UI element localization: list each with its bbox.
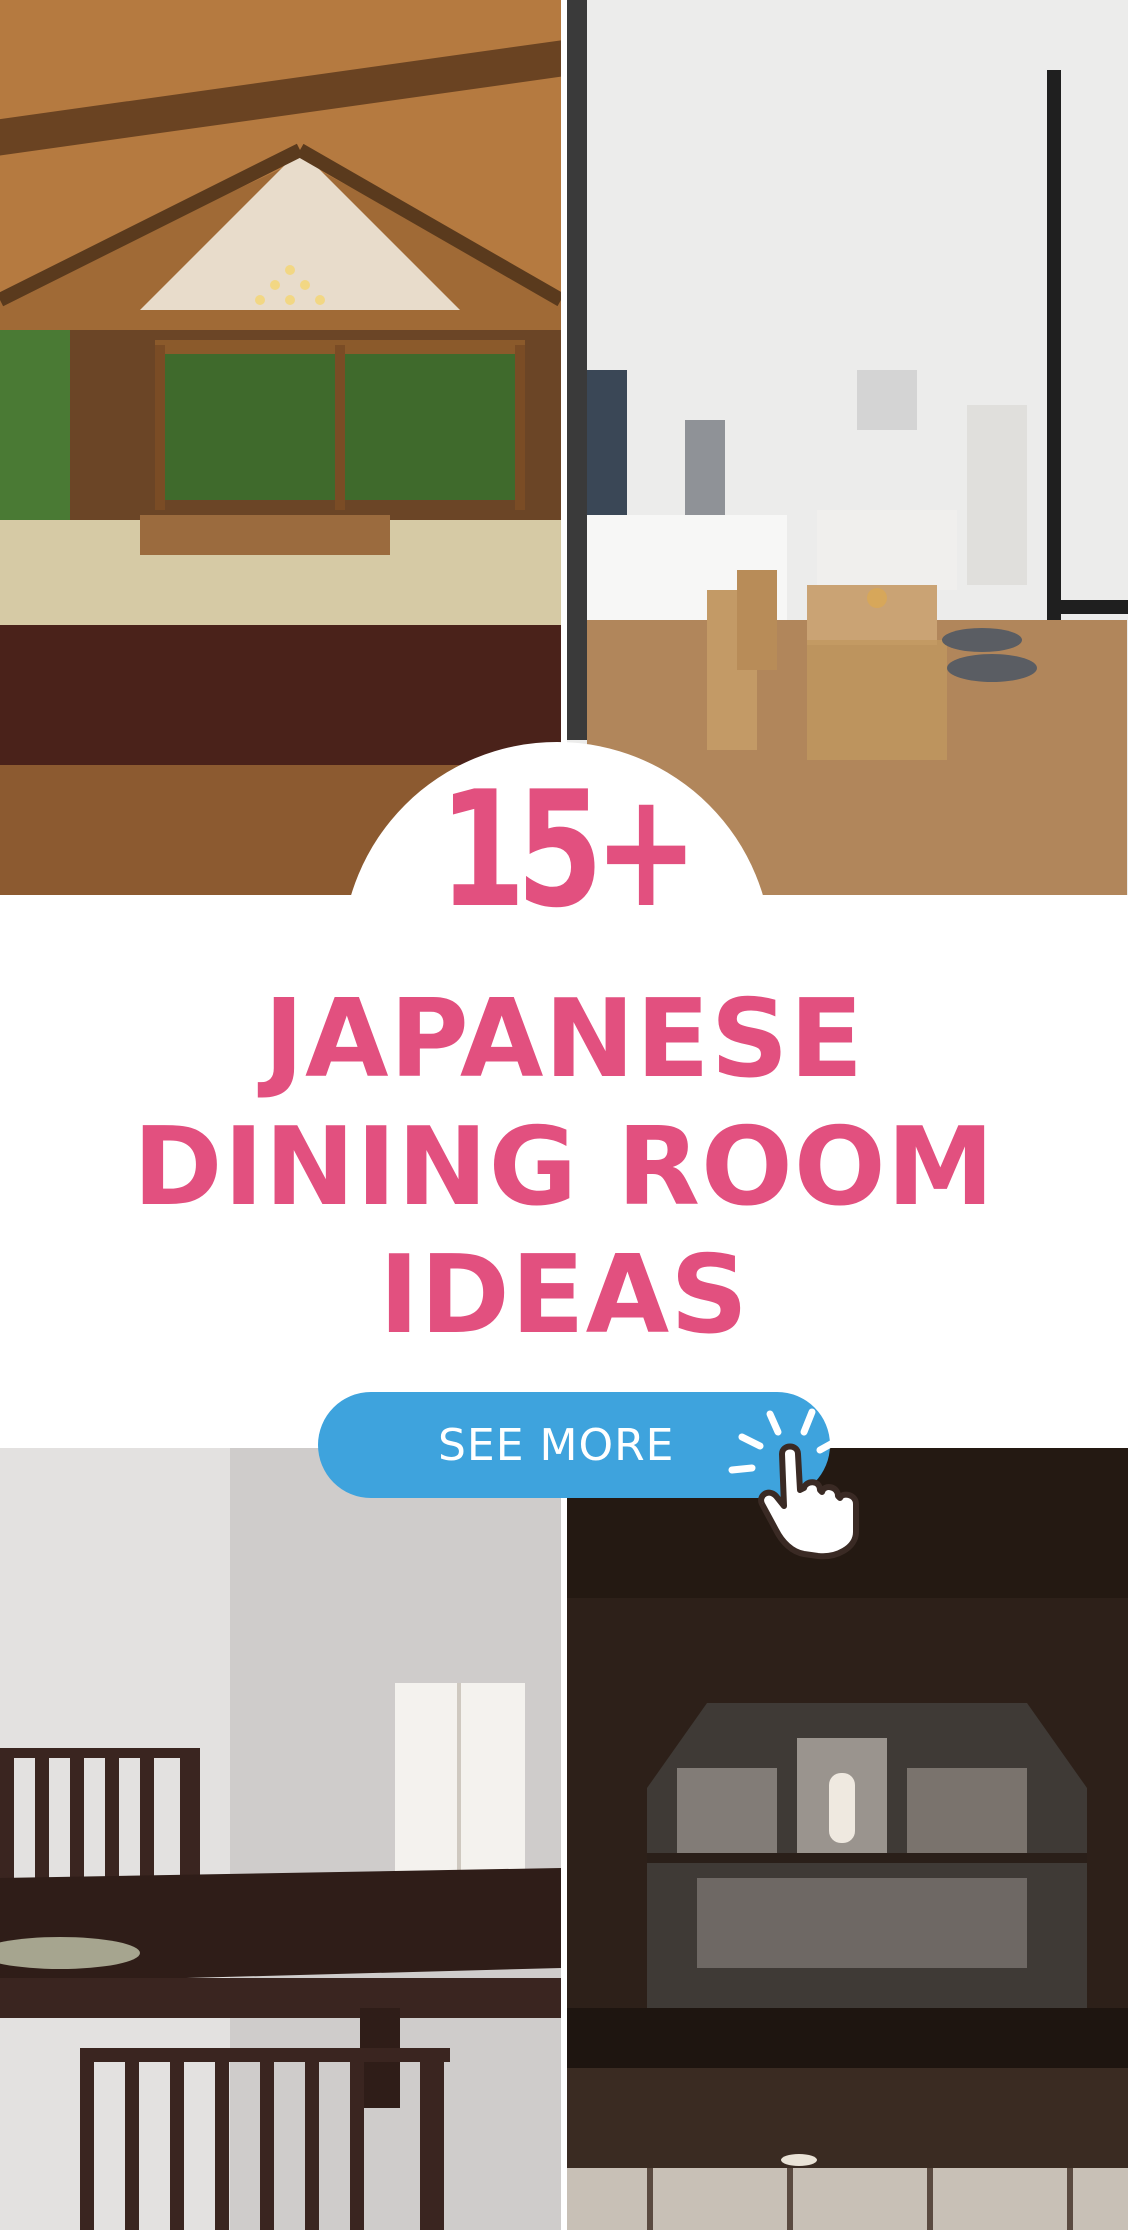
photo-dark-room-lantern <box>567 1448 1128 2230</box>
headline-line-2: DINING ROOM <box>132 1105 996 1230</box>
headline-number: 15+ <box>438 756 699 943</box>
see-more-label: SEE MORE <box>438 1419 675 1471</box>
headline-line-3: IDEAS <box>379 1233 749 1358</box>
photo-dark-table-lamp <box>0 1448 561 2230</box>
pointing-hand-click-icon <box>728 1408 859 1560</box>
headline-line-1: JAPANESE <box>263 977 865 1102</box>
